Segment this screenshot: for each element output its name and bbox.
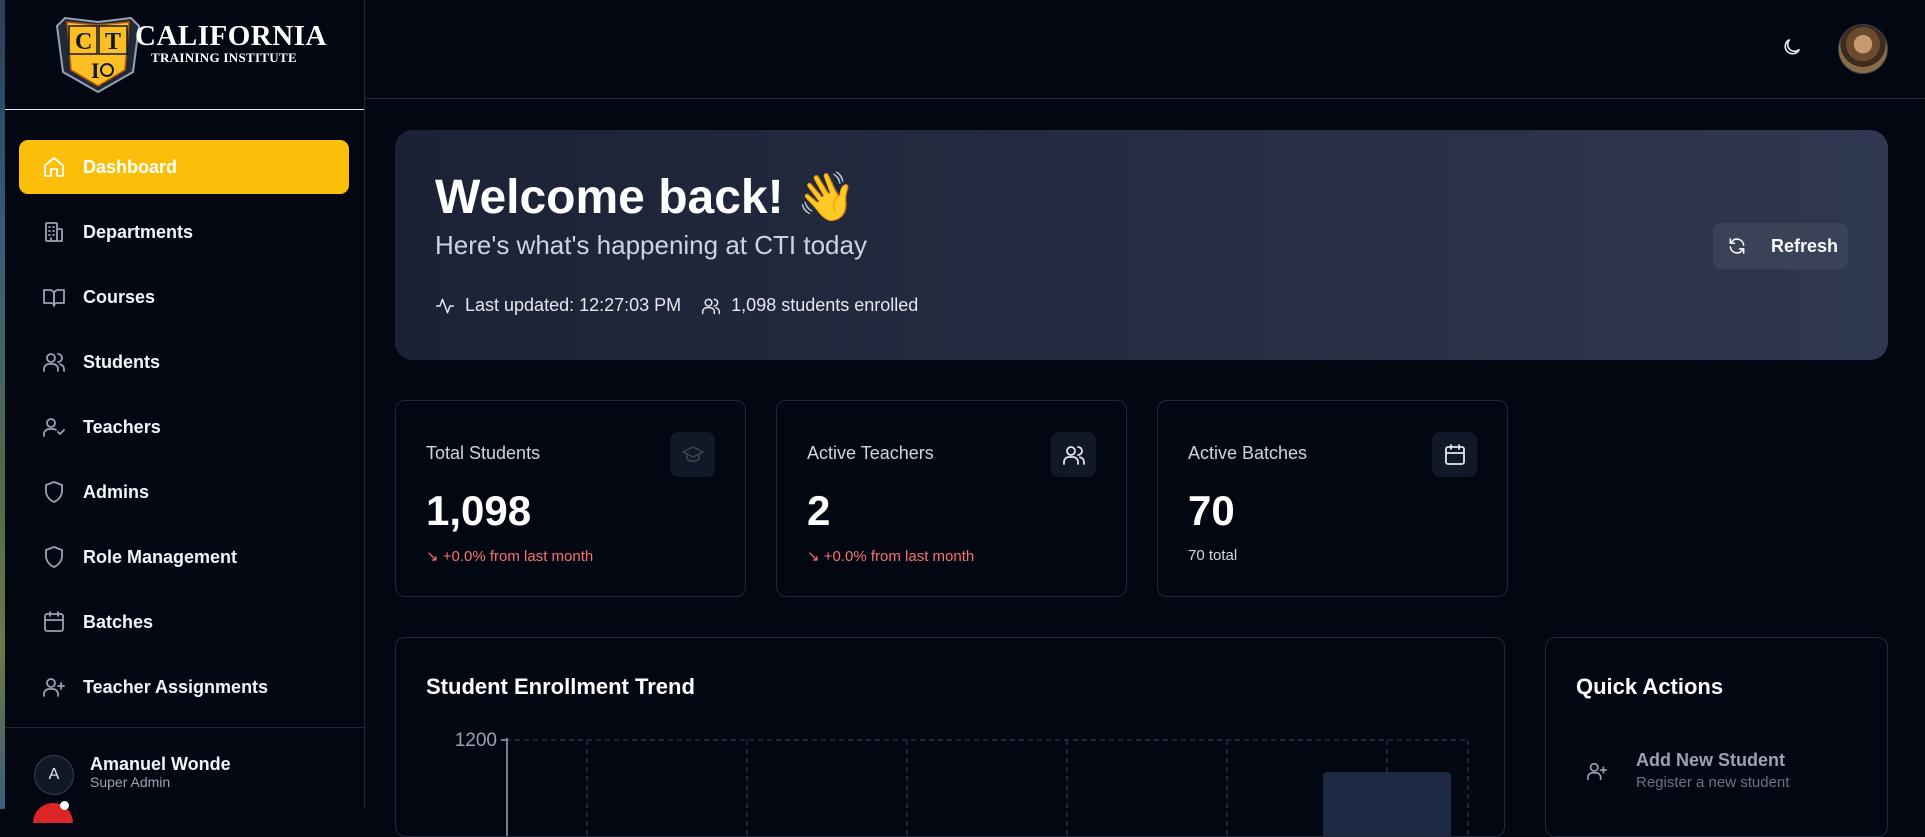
book-icon <box>41 284 67 310</box>
enrollment-chart: 1200 <box>455 730 1469 836</box>
sidebar-item-teachers[interactable]: Teachers <box>19 400 349 454</box>
sidebar-item-label: Teacher Assignments <box>83 676 269 697</box>
stat-card-active-teachers: Active Teachers 2 ↘ +0.0% from last mont… <box>776 400 1127 597</box>
sidebar-item-label: Batches <box>83 611 154 632</box>
user-check-icon <box>41 414 67 440</box>
sidebar-item-admins[interactable]: Admins <box>19 465 349 519</box>
profile-avatar[interactable] <box>1838 24 1888 74</box>
stat-value: 2 <box>807 487 831 534</box>
sidebar-item-teacher-assignments[interactable]: Teacher Assignments <box>19 660 349 714</box>
shield-icon <box>41 544 67 570</box>
stat-value: 1,098 <box>426 487 532 534</box>
users-icon <box>41 349 67 375</box>
graduation-cap-icon <box>670 432 715 477</box>
sidebar-item-label: Role Management <box>83 546 238 567</box>
quick-action-label: Add New Student <box>1636 750 1785 770</box>
users-icon <box>1051 432 1096 477</box>
page-subtitle: Here's what's happening at CTI today <box>435 230 867 260</box>
user-profile[interactable]: A Amanuel Wonde Super Admin <box>5 727 365 823</box>
svg-text:I: I <box>91 58 100 83</box>
building-icon <box>41 219 67 245</box>
stat-note: 70 total <box>1188 547 1238 564</box>
stat-label: Active Teachers <box>807 443 934 463</box>
page-title: Welcome back! 👋 <box>435 171 857 224</box>
stat-card-total-students: Total Students 1,098 ↘ +0.0% from last m… <box>395 400 746 597</box>
user-name: Amanuel Wonde <box>90 754 231 774</box>
y-tick-label: 1200 <box>455 730 497 751</box>
sidebar-nav: Dashboard Departments Courses Students T… <box>19 140 349 725</box>
students-enrolled-text: 1,098 students enrolled <box>731 295 919 315</box>
home-icon <box>41 154 67 180</box>
sidebar-item-students[interactable]: Students <box>19 335 349 389</box>
user-role: Super Admin <box>90 774 171 790</box>
brand-subtitle: TRAINING INSTITUTE <box>151 50 297 65</box>
sidebar-item-departments[interactable]: Departments <box>19 205 349 259</box>
sidebar-item-label: Dashboard <box>83 156 178 177</box>
user-plus-icon <box>41 674 67 700</box>
topbar <box>365 0 1925 99</box>
last-updated: Last updated: 12:27:03 PM <box>435 295 681 316</box>
sidebar-item-label: Admins <box>83 481 150 502</box>
avatar: A <box>34 755 74 795</box>
chart-title: Student Enrollment Trend <box>426 674 695 699</box>
hero-meta: Last updated: 12:27:03 PM 1,098 students… <box>435 295 938 316</box>
sidebar-item-label: Students <box>83 351 161 372</box>
calendar-icon <box>41 609 67 635</box>
moon-icon <box>1784 38 1801 55</box>
shield-icon <box>41 479 67 505</box>
quick-actions-title: Quick Actions <box>1576 674 1724 699</box>
sidebar-item-label: Teachers <box>83 416 161 437</box>
stat-label: Active Batches <box>1188 443 1308 463</box>
sidebar-item-dashboard[interactable]: Dashboard <box>19 140 349 194</box>
stat-value: 70 <box>1188 487 1235 534</box>
quick-actions-card: Quick Actions Add New Student Register a… <box>1545 637 1888 837</box>
users-icon <box>702 298 721 314</box>
sidebar: C T I CALIFORNIA TRAINING INSTITUTE Dash… <box>5 0 365 823</box>
stat-card-active-batches: Active Batches 70 70 total <box>1157 400 1508 597</box>
enrollment-chart-card: 1200 Student Enrollment Trend <box>395 637 1505 837</box>
logo[interactable]: C T I CALIFORNIA TRAINING INSTITUTE <box>5 0 364 110</box>
stat-trend: ↘ +0.0% from last month <box>426 548 594 565</box>
svg-text:C: C <box>75 29 92 55</box>
sidebar-item-role-management[interactable]: Role Management <box>19 530 349 584</box>
calendar-icon <box>1432 432 1477 477</box>
sidebar-item-batches[interactable]: Batches <box>19 595 349 649</box>
notification-badge-icon[interactable] <box>33 801 73 823</box>
welcome-banner: Welcome back! 👋 Here's what's happening … <box>395 130 1888 360</box>
activity-icon <box>435 298 455 313</box>
brand-name: CALIFORNIA <box>135 20 327 52</box>
sidebar-item-label: Departments <box>83 221 194 242</box>
students-enrolled: 1,098 students enrolled <box>701 295 918 316</box>
last-updated-text: Last updated: 12:27:03 PM <box>465 295 682 315</box>
user-plus-icon <box>1587 762 1607 781</box>
svg-text:T: T <box>105 29 121 55</box>
refresh-label: Refresh <box>1771 235 1839 256</box>
theme-toggle-button[interactable] <box>1781 36 1805 60</box>
refresh-button[interactable]: Refresh <box>1713 223 1848 269</box>
add-new-student-button[interactable]: Add New Student Register a new student <box>1576 750 1866 800</box>
refresh-icon <box>1729 238 1745 254</box>
chart-bar <box>1323 772 1451 836</box>
stat-label: Total Students <box>426 443 541 463</box>
quick-action-description: Register a new student <box>1636 774 1790 791</box>
sidebar-item-courses[interactable]: Courses <box>19 270 349 324</box>
sidebar-item-label: Courses <box>83 286 156 307</box>
shield-logo-icon: C T I <box>55 16 141 94</box>
stat-trend: ↘ +0.0% from last month <box>807 548 975 565</box>
